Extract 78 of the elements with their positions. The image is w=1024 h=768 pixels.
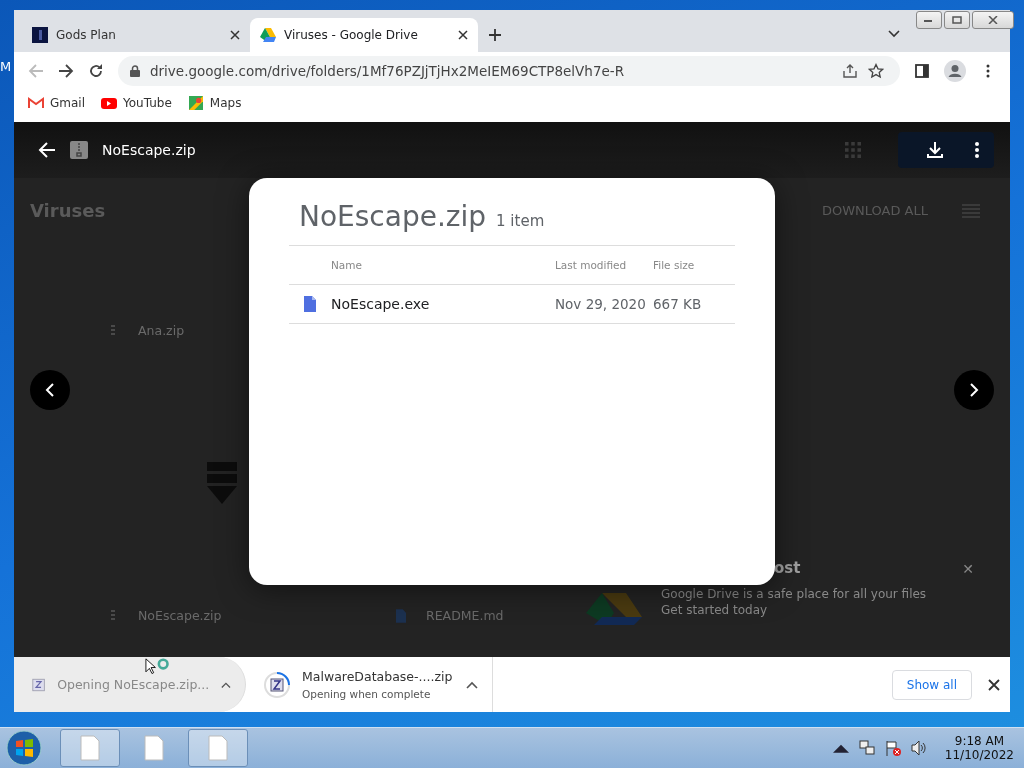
close-icon — [988, 16, 998, 24]
browser-tab[interactable]: Viruses - Google Drive — [250, 18, 478, 52]
star-icon[interactable] — [868, 63, 884, 79]
archive-icon — [264, 671, 290, 698]
file-row[interactable]: NoEscape.exe Nov 29, 2020 667 KB — [289, 285, 735, 324]
profile-icon[interactable] — [944, 60, 966, 82]
page-icon — [208, 735, 228, 761]
download-name: Opening NoEscape.zip... — [57, 677, 210, 692]
download-icon — [207, 462, 237, 506]
taskbar-button[interactable] — [60, 729, 120, 767]
document-icon — [304, 296, 316, 312]
bookmark-link[interactable]: Gmail — [28, 96, 85, 110]
maximize-button[interactable] — [944, 11, 970, 29]
busy-cursor-icon — [145, 658, 171, 677]
share-icon[interactable] — [842, 63, 858, 79]
promo-title: ost — [774, 559, 801, 577]
table-cell-text: 667 KB — [653, 296, 703, 312]
item-count: 1 item — [496, 212, 545, 230]
download-item[interactable]: MalwareDatabase-....zip Opening when complete — [246, 657, 493, 712]
chevron-right-icon — [969, 383, 979, 397]
next-button[interactable] — [954, 370, 994, 410]
download-status: Opening when complete — [302, 688, 432, 700]
page-icon — [144, 735, 164, 761]
download-name: MalwareDatabase-....zip — [302, 669, 454, 684]
drive-logo-icon — [586, 593, 642, 625]
chevron-up-icon[interactable] — [466, 680, 478, 689]
network-icon[interactable] — [858, 740, 875, 756]
reload-icon[interactable] — [88, 63, 104, 79]
file-name: NoEscape.zip — [102, 142, 196, 158]
bookmark-link[interactable]: YouTube — [101, 96, 172, 110]
column-header: Last modified — [555, 259, 628, 271]
gmail-logo-icon — [28, 96, 44, 110]
table-cell-text: NoEscape.exe — [331, 296, 431, 312]
promo-text: Google Drive is a safe place for all your files — [661, 586, 927, 602]
zip-file-icon — [108, 323, 118, 338]
close-tab-icon[interactable] — [230, 30, 240, 40]
archive-icon — [32, 676, 46, 693]
new-tab-icon[interactable] — [488, 28, 502, 42]
show-all-button[interactable]: Show all — [891, 669, 972, 700]
minimize-button[interactable] — [916, 11, 942, 29]
close-tab-icon[interactable] — [458, 30, 468, 40]
tab-search-icon[interactable] — [888, 30, 900, 38]
close-button[interactable] — [972, 11, 1014, 29]
close-icon[interactable]: ✕ — [962, 561, 974, 577]
bookmark-link[interactable]: Maps — [187, 96, 242, 110]
speaker-icon[interactable] — [910, 740, 927, 756]
file-name: README.md — [426, 608, 504, 623]
lock-icon — [130, 65, 140, 77]
file-name: Ana.zip — [138, 323, 185, 338]
forward-icon[interactable] — [58, 63, 74, 79]
back-arrow-icon[interactable] — [38, 141, 56, 159]
apps-icon — [844, 142, 862, 158]
close-icon[interactable] — [988, 678, 1000, 691]
maximize-icon — [952, 16, 962, 24]
favicon-icon — [32, 27, 48, 43]
file-name: NoEscape.zip — [138, 608, 222, 623]
clock[interactable]: 9:18 AM 11/10/2022 — [944, 734, 1014, 762]
youtube-logo-icon — [101, 96, 117, 110]
download-icon[interactable] — [926, 141, 944, 159]
browser-tab[interactable]: Gods Plan — [22, 18, 250, 52]
column-header: Name — [331, 259, 363, 271]
table-cell-text: Nov 29, 2020 — [555, 296, 647, 312]
page-icon — [80, 735, 100, 761]
address-bar[interactable]: drive.google.com/drive/folders/1Mf76PZJjTjHx2MeIEM69CTP8elVh7e-R — [118, 56, 900, 86]
chevron-left-icon — [45, 383, 55, 397]
zip-file-icon — [108, 608, 118, 623]
drive-logo-icon — [260, 27, 276, 43]
side-panel-icon[interactable] — [914, 63, 930, 79]
taskbar-button[interactable] — [188, 729, 248, 767]
desktop-text: M — [0, 59, 12, 74]
archive-title: NoEscape.zip — [299, 200, 487, 233]
document-icon — [396, 608, 406, 623]
previous-button[interactable] — [30, 370, 70, 410]
start-button[interactable] — [6, 730, 42, 766]
maps-logo-icon — [187, 96, 204, 110]
flag-icon[interactable] — [884, 740, 901, 756]
column-header: File size — [653, 259, 696, 271]
zip-file-icon — [70, 141, 88, 159]
